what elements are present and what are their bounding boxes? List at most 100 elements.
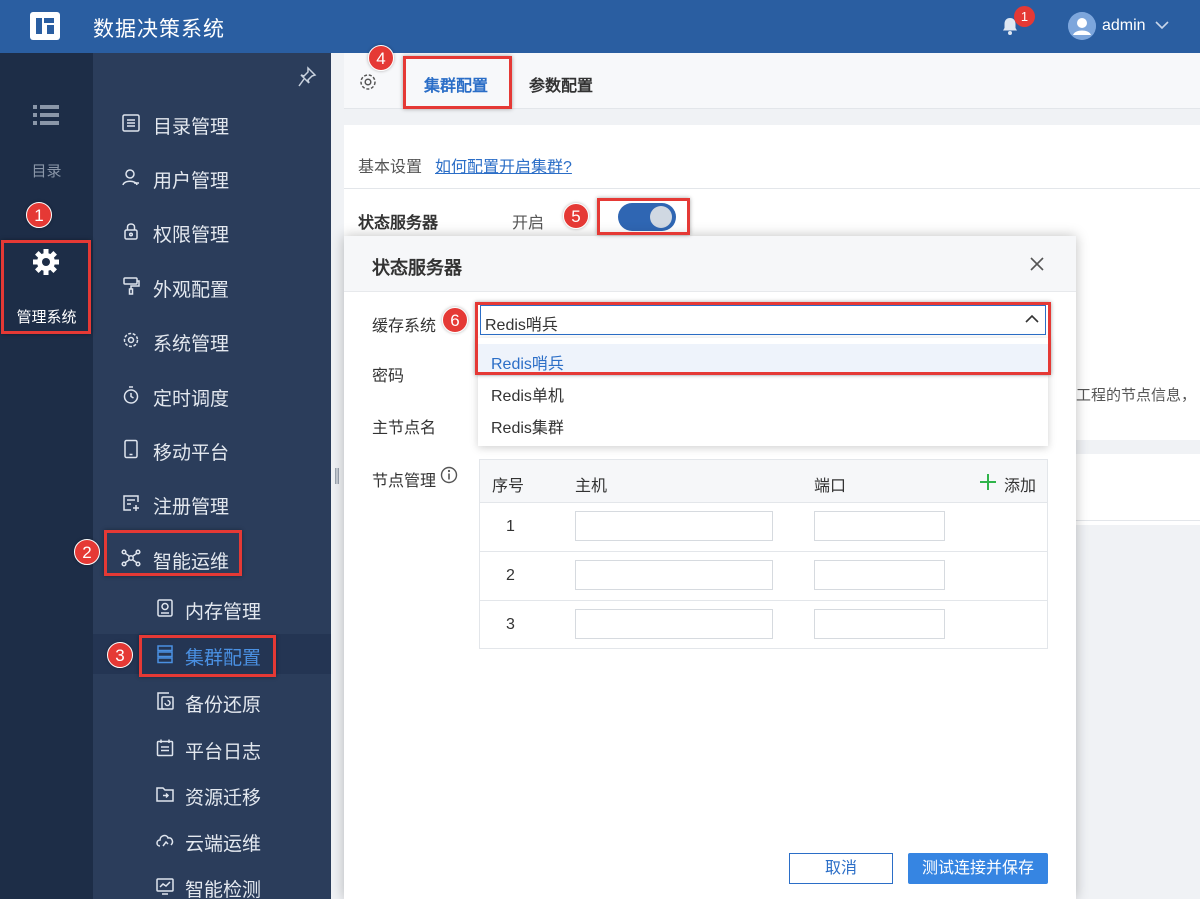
sidebar-item-catalog[interactable]: 目录管理 — [93, 103, 331, 143]
row-number: 2 — [506, 567, 515, 584]
node-table-header — [480, 460, 1047, 502]
node-management-label: 节点管理 — [372, 473, 437, 490]
sidebar-subitem-backup[interactable]: 备份还原 — [93, 681, 331, 721]
callout-box-toggle — [597, 198, 690, 235]
sidebar-item-label: 权限管理 — [153, 225, 230, 246]
sidebar-item-registration[interactable]: 注册管理 — [93, 483, 331, 523]
master-name-label: 主节点名 — [372, 420, 437, 437]
sidebar-item-label: 平台日志 — [185, 742, 262, 763]
memory-icon — [157, 599, 173, 617]
calendar-log-icon — [156, 739, 174, 757]
help-link[interactable]: 如何配置开启集群? — [435, 153, 572, 177]
divider — [344, 188, 1200, 189]
brush-icon — [123, 277, 140, 295]
plus-icon[interactable] — [979, 473, 997, 491]
sidebar-subitem-cloud[interactable]: 云端运维 — [93, 820, 331, 860]
callout-box-cluster-menu — [139, 635, 276, 677]
sidebar-item-label: 注册管理 — [153, 497, 230, 518]
directory-label[interactable]: 目录 — [0, 160, 93, 181]
sidebar-item-appearance[interactable]: 外观配置 — [93, 266, 331, 306]
state-server-label: 状态服务器 — [358, 215, 439, 232]
callout-badge-1: 1 — [26, 202, 52, 228]
drag-handle-icon[interactable] — [335, 468, 339, 484]
cancel-button[interactable]: 取消 — [789, 853, 893, 884]
sidebar-item-permissions[interactable]: 权限管理 — [93, 211, 331, 251]
sidebar-item-label: 外观配置 — [153, 280, 230, 301]
backup-icon — [157, 692, 174, 710]
column-header-port: 端口 — [814, 478, 847, 495]
row-number: 1 — [506, 518, 515, 535]
option-label: Redis单机 — [491, 388, 564, 405]
sidebar-item-label: 备份还原 — [185, 695, 262, 716]
folder-move-icon — [156, 787, 174, 802]
sidebar-subitem-memory[interactable]: 内存管理 — [93, 588, 331, 628]
callout-badge-3: 3 — [107, 642, 133, 668]
dropdown-option-redis-cluster[interactable]: Redis集群 — [478, 408, 1048, 440]
host-input[interactable] — [575, 511, 773, 541]
info-icon[interactable] — [440, 466, 458, 484]
list-icon[interactable] — [33, 104, 59, 126]
row-number: 3 — [506, 616, 515, 633]
row-divider — [480, 502, 1047, 503]
pin-icon[interactable] — [297, 66, 317, 88]
avatar[interactable] — [1068, 12, 1096, 40]
sidebar-item-label: 云端运维 — [185, 834, 262, 855]
column-header-host: 主机 — [575, 478, 608, 495]
row-divider — [480, 551, 1047, 552]
chevron-down-icon[interactable] — [1154, 18, 1170, 32]
host-input[interactable] — [575, 609, 773, 639]
notification-badge: 1 — [1014, 6, 1035, 27]
sidebar-item-users[interactable]: 用户管理 — [93, 157, 331, 197]
callout-box-manage — [1, 240, 91, 334]
callout-box-cluster-tab — [403, 56, 512, 109]
host-input[interactable] — [575, 560, 773, 590]
callout-box-smart-ops — [104, 530, 242, 576]
settings-icon[interactable] — [358, 72, 378, 92]
dropdown-option-redis-standalone[interactable]: Redis单机 — [478, 376, 1048, 408]
sidebar-item-mobile[interactable]: 移动平台 — [93, 429, 331, 469]
test-and-save-button[interactable]: 测试连接并保存 — [908, 853, 1048, 884]
close-icon[interactable] — [1028, 255, 1046, 273]
sidebar-item-label: 定时调度 — [153, 389, 230, 410]
port-input[interactable] — [814, 511, 945, 541]
sidebar-subitem-logs[interactable]: 平台日志 — [93, 728, 331, 768]
dialog-title: 状态服务器 — [372, 258, 462, 278]
sidebar-item-label: 移动平台 — [153, 443, 230, 464]
state-on-label: 开启 — [512, 215, 545, 232]
callout-badge-4: 4 — [368, 45, 394, 71]
background-gap — [1076, 440, 1200, 454]
app-logo-icon — [30, 12, 60, 40]
callout-box-cache-select — [475, 302, 1051, 375]
callout-badge-2: 2 — [74, 539, 100, 565]
list-doc-icon — [122, 114, 140, 132]
timer-icon — [123, 386, 139, 404]
port-input[interactable] — [814, 609, 945, 639]
basic-settings-label: 基本设置 — [358, 159, 423, 176]
sidebar-item-label: 目录管理 — [153, 117, 230, 138]
sidebar-item-label: 用户管理 — [153, 171, 230, 192]
sidebar-item-label: 系统管理 — [153, 334, 230, 355]
sidebar-subitem-detection[interactable]: 智能检测 — [93, 866, 331, 899]
divider — [1076, 520, 1200, 521]
sidebar-item-system[interactable]: 系统管理 — [93, 320, 331, 360]
tablet-icon — [124, 439, 138, 459]
option-label: Redis集群 — [491, 420, 564, 437]
sidebar-subitem-migration[interactable]: 资源迁移 — [93, 774, 331, 814]
row-divider — [480, 600, 1047, 601]
sidebar-item-label: 内存管理 — [185, 602, 262, 623]
username[interactable]: admin — [1102, 17, 1146, 35]
user-icon — [122, 169, 139, 186]
password-label: 密码 — [372, 368, 405, 385]
background-text: 工程的节点信息， — [1076, 387, 1197, 404]
register-icon — [123, 495, 139, 511]
sidebar-item-label: 智能检测 — [185, 880, 262, 899]
app-title: 数据决策系统 — [93, 18, 225, 41]
tab-param-config[interactable]: 参数配置 — [529, 72, 593, 96]
add-node-button[interactable]: 添加 — [1004, 472, 1036, 496]
cache-system-label: 缓存系统 — [372, 318, 437, 335]
cloud-icon — [156, 834, 174, 847]
port-input[interactable] — [814, 560, 945, 590]
monitor-icon — [156, 878, 174, 895]
callout-badge-5: 5 — [563, 203, 589, 229]
sidebar-item-schedule[interactable]: 定时调度 — [93, 375, 331, 415]
